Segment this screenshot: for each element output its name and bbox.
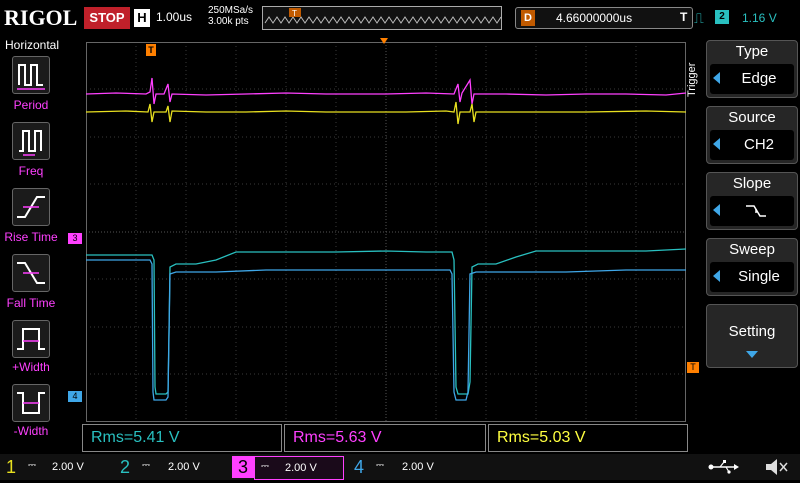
- trigger-label: T: [680, 10, 688, 24]
- ch4-scale-box[interactable]: ⎓ 2.00 V: [370, 456, 460, 478]
- trigger-level-marker[interactable]: T: [687, 362, 699, 373]
- left-arrow-icon: [713, 204, 720, 216]
- period-icon[interactable]: [12, 56, 50, 94]
- svg-text:T: T: [292, 9, 297, 18]
- falling-edge-icon: ⎍: [694, 10, 704, 26]
- trigger-source-button[interactable]: Source CH2: [706, 106, 798, 164]
- trigger-type-value: Edge: [741, 70, 777, 87]
- memory-depth: 3.00k pts: [208, 16, 249, 27]
- trigger-menu-label: Trigger: [686, 62, 698, 98]
- ch3-offset-marker[interactable]: 3: [68, 233, 82, 244]
- ch4-scale: 2.00 V: [402, 461, 434, 473]
- ch1-scale-box[interactable]: ⎓ 2.00 V: [22, 456, 108, 478]
- left-arrow-icon: [713, 72, 720, 84]
- ch2-number[interactable]: 2: [116, 456, 134, 478]
- trigger-sweep-value: Single: [738, 268, 780, 285]
- dc-coupling-icon: ⎓: [376, 460, 384, 471]
- measurement-ch2-rms: Rms=5.41 V: [82, 424, 282, 452]
- timebase-value[interactable]: 1.00us: [156, 10, 206, 24]
- period-label: Period: [13, 98, 49, 112]
- time-center-marker: [380, 38, 388, 44]
- dc-coupling-icon: ⎓: [142, 460, 150, 471]
- ch2-scale: 2.00 V: [168, 461, 200, 473]
- rise-time-icon[interactable]: [12, 188, 50, 226]
- ch3-scale-box[interactable]: ⎓ 2.00 V: [254, 456, 344, 480]
- fall-time-label: Fall Time: [6, 296, 56, 310]
- horizontal-label: H: [134, 9, 150, 27]
- measurement-ch3-rms: Rms=5.63 V: [284, 424, 486, 452]
- speaker-muted-icon[interactable]: [762, 456, 792, 478]
- measurement-ch1-rms: Rms=5.03 V: [488, 424, 688, 452]
- negative-width-label: -Width: [13, 424, 49, 438]
- left-arrow-icon: [713, 138, 720, 150]
- ch3-scale: 2.00 V: [285, 462, 317, 474]
- freq-label: Freq: [18, 164, 44, 178]
- memory-position-strip[interactable]: T: [262, 6, 502, 30]
- trigger-slope-button[interactable]: Slope: [706, 172, 798, 230]
- dc-coupling-icon: ⎓: [28, 460, 36, 471]
- ch1-number[interactable]: 1: [2, 456, 20, 478]
- trigger-source-value: CH2: [743, 136, 774, 153]
- brand-logo: RIGOL: [4, 5, 78, 30]
- dc-coupling-icon: ⎓: [261, 461, 269, 472]
- trigger-source-badge: 2: [715, 10, 729, 24]
- measurement-menu-title: Horizontal: [4, 38, 60, 52]
- usb-icon: [706, 456, 742, 478]
- trigger-level[interactable]: 1.16 V: [742, 11, 777, 25]
- ch4-offset-marker[interactable]: 4: [68, 391, 82, 402]
- delay-label: D: [521, 10, 535, 26]
- run-stop-status[interactable]: STOP: [84, 7, 130, 29]
- waveform-display[interactable]: [85, 42, 687, 422]
- trigger-type-button[interactable]: Type Edge: [706, 40, 798, 98]
- trigger-type-title: Type: [735, 43, 769, 60]
- down-arrow-icon: [746, 351, 758, 358]
- trigger-setting-button[interactable]: Setting: [706, 304, 798, 368]
- negative-width-icon[interactable]: [12, 384, 50, 422]
- positive-width-label: +Width: [12, 360, 50, 374]
- fall-time-icon[interactable]: [12, 254, 50, 292]
- trigger-setting-title: Setting: [728, 323, 776, 340]
- delay-value[interactable]: 4.66000000us: [556, 11, 632, 25]
- trigger-source-title: Source: [728, 109, 776, 126]
- falling-edge-icon: [746, 205, 766, 217]
- ch2-scale-box[interactable]: ⎓ 2.00 V: [136, 456, 226, 478]
- trigger-position-marker[interactable]: T: [146, 44, 156, 56]
- ch1-scale: 2.00 V: [52, 461, 84, 473]
- trigger-sweep-button[interactable]: Sweep Single: [706, 238, 798, 296]
- memory-waveform-preview: T: [264, 8, 502, 24]
- positive-width-icon[interactable]: [12, 320, 50, 358]
- rise-time-label: Rise Time: [4, 230, 58, 244]
- sample-rate: 250MSa/s: [208, 5, 254, 16]
- ch4-number[interactable]: 4: [350, 456, 368, 478]
- trigger-slope-title: Slope: [732, 175, 772, 192]
- waveform-grid: [85, 42, 687, 422]
- trigger-sweep-title: Sweep: [729, 241, 775, 258]
- freq-icon[interactable]: [12, 122, 50, 160]
- ch3-number[interactable]: 3: [232, 456, 254, 478]
- left-arrow-icon: [713, 270, 720, 282]
